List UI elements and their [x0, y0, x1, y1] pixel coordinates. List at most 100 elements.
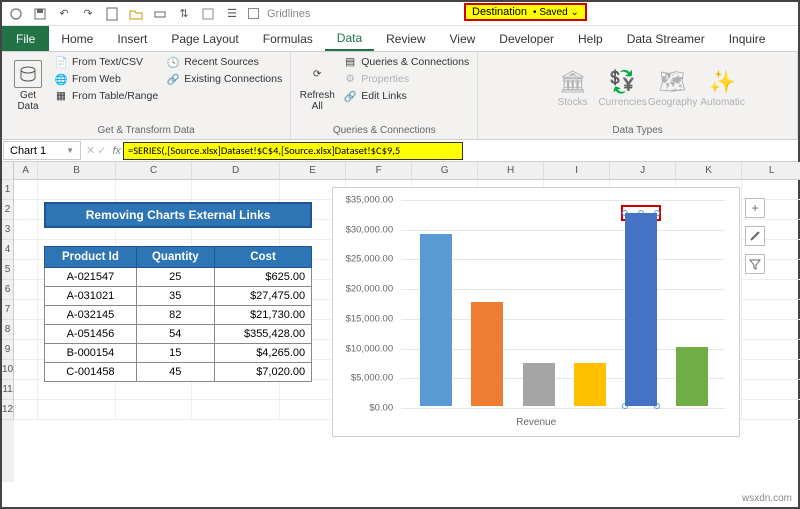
refresh-all-button[interactable]: ⟳ Refresh All — [297, 54, 337, 118]
formula-input[interactable]: =SERIES(,[Source.xlsx]Dataset!$C$4,[Sour… — [123, 142, 463, 160]
group-label: Data Types — [612, 123, 662, 139]
refresh-icon: ⟳ — [303, 60, 331, 88]
chart-plus-button[interactable]: + — [745, 198, 765, 218]
chart-ytick: $25,000.00 — [333, 254, 397, 265]
preview-icon[interactable] — [200, 6, 216, 22]
tab-pagelayout[interactable]: Page Layout — [159, 26, 250, 51]
col-header[interactable]: K — [676, 162, 742, 180]
tab-developer[interactable]: Developer — [487, 26, 566, 51]
row-header[interactable]: 10 — [2, 360, 14, 380]
sort-icon[interactable]: ⇅ — [176, 6, 192, 22]
tab-inquire[interactable]: Inquire — [717, 26, 778, 51]
tab-datastreamer[interactable]: Data Streamer — [615, 26, 717, 51]
row-headers: 123456789101112 — [2, 162, 14, 482]
col-header[interactable]: I — [544, 162, 610, 180]
col-header[interactable]: F — [346, 162, 412, 180]
tab-formulas[interactable]: Formulas — [251, 26, 325, 51]
row-header[interactable]: 8 — [2, 320, 14, 340]
table-row: A-03214582$21,730.00 — [45, 306, 312, 325]
geography-button: 🗺Geography — [653, 57, 693, 121]
tab-review[interactable]: Review — [374, 26, 437, 51]
col-header[interactable]: E — [280, 162, 346, 180]
from-textcsv-button[interactable]: 📄From Text/CSV — [52, 54, 160, 70]
col-header[interactable]: H — [478, 162, 544, 180]
save-status[interactable]: • Saved ⌄ — [533, 7, 579, 18]
cells[interactable]: Removing Charts External Links Product I… — [14, 180, 800, 420]
row-header[interactable]: 2 — [2, 200, 14, 220]
queries-connections-button[interactable]: ▤Queries & Connections — [341, 54, 471, 70]
table-row: C-00145845$7,020.00 — [45, 363, 312, 382]
select-all[interactable] — [2, 162, 14, 180]
group-label: Queries & Connections — [333, 123, 436, 139]
chart-bar[interactable] — [625, 213, 657, 406]
fx-icon[interactable]: fx — [110, 145, 123, 157]
geography-icon: 🗺 — [659, 69, 687, 95]
tab-insert[interactable]: Insert — [105, 26, 159, 51]
name-box[interactable]: Chart 1▼ — [3, 141, 81, 160]
tab-view[interactable]: View — [438, 26, 488, 51]
chart-brush-button[interactable] — [745, 226, 765, 246]
row-header[interactable]: 3 — [2, 220, 14, 240]
chart-bar[interactable] — [471, 302, 503, 406]
spreadsheet-grid: 123456789101112 ABCDEFGHIJKL Removing Ch… — [2, 162, 798, 482]
col-headers: ABCDEFGHIJKL — [14, 162, 800, 180]
undo-icon[interactable]: ↶ — [56, 6, 72, 22]
automatic-button: ✨Automatic — [703, 57, 743, 121]
row-header[interactable]: 12 — [2, 400, 14, 420]
get-data-button[interactable]: Get Data — [8, 54, 48, 118]
recent-sources-button[interactable]: 🕓Recent Sources — [164, 54, 284, 70]
embedded-chart[interactable]: + Revenue $0.00$5,000.00$10,000.00$15,00… — [332, 187, 740, 437]
col-header[interactable]: C — [116, 162, 192, 180]
chart-bar[interactable] — [420, 234, 452, 406]
col-header[interactable]: L — [742, 162, 800, 180]
group-datatypes: 🏛Stocks 💱Currencies 🗺Geography ✨Automati… — [478, 52, 798, 139]
col-header[interactable]: A — [14, 162, 38, 180]
autosave-icon[interactable] — [8, 6, 24, 22]
open-icon[interactable] — [128, 6, 144, 22]
chart-ytick: $5,000.00 — [333, 373, 397, 384]
chart-side-buttons: + — [745, 198, 765, 274]
touch-icon[interactable]: ☰ — [224, 6, 240, 22]
col-header[interactable]: B — [38, 162, 116, 180]
redo-icon[interactable]: ↷ — [80, 6, 96, 22]
table-header: Cost — [214, 247, 311, 268]
new-icon[interactable] — [104, 6, 120, 22]
col-header[interactable]: J — [610, 162, 676, 180]
enter-icon[interactable]: ✓ — [97, 144, 106, 157]
chart-ytick: $35,000.00 — [333, 195, 397, 206]
from-web-button[interactable]: 🌐From Web — [52, 71, 160, 87]
watermark: wsxdn.com — [742, 493, 792, 504]
col-header[interactable]: D — [192, 162, 280, 180]
print-icon[interactable] — [152, 6, 168, 22]
row-header[interactable]: 6 — [2, 280, 14, 300]
row-header[interactable]: 4 — [2, 240, 14, 260]
automatic-icon: ✨ — [709, 69, 736, 95]
currencies-icon: 💱 — [609, 69, 636, 95]
tab-help[interactable]: Help — [566, 26, 615, 51]
chart-filter-button[interactable] — [745, 254, 765, 274]
chart-bar[interactable] — [574, 363, 606, 406]
filename: Destination — [472, 6, 527, 18]
table-row: B-00015415$4,265.00 — [45, 344, 312, 363]
row-header[interactable]: 9 — [2, 340, 14, 360]
tab-data[interactable]: Data — [325, 26, 374, 51]
cancel-icon[interactable]: ✕ — [86, 144, 95, 157]
chevron-down-icon[interactable]: ▼ — [66, 146, 74, 155]
data-table: Product IdQuantityCost A-02154725$625.00… — [44, 246, 312, 382]
data-block: Removing Charts External Links Product I… — [44, 202, 312, 382]
chart-bar[interactable] — [523, 363, 555, 406]
save-icon[interactable] — [32, 6, 48, 22]
edit-links-button[interactable]: 🔗Edit Links — [341, 88, 471, 104]
row-header[interactable]: 7 — [2, 300, 14, 320]
existing-connections-button[interactable]: 🔗Existing Connections — [164, 71, 284, 87]
row-header[interactable]: 1 — [2, 180, 14, 200]
tab-home[interactable]: Home — [49, 26, 105, 51]
row-header[interactable]: 5 — [2, 260, 14, 280]
gridlines-checkbox[interactable] — [248, 8, 259, 19]
tab-file[interactable]: File — [2, 26, 49, 51]
from-table-button[interactable]: ▦From Table/Range — [52, 88, 160, 104]
formula-bar: Chart 1▼ ✕ ✓ fx =SERIES(,[Source.xlsx]Da… — [2, 140, 798, 162]
row-header[interactable]: 11 — [2, 380, 14, 400]
chart-bar[interactable] — [676, 347, 708, 406]
col-header[interactable]: G — [412, 162, 478, 180]
